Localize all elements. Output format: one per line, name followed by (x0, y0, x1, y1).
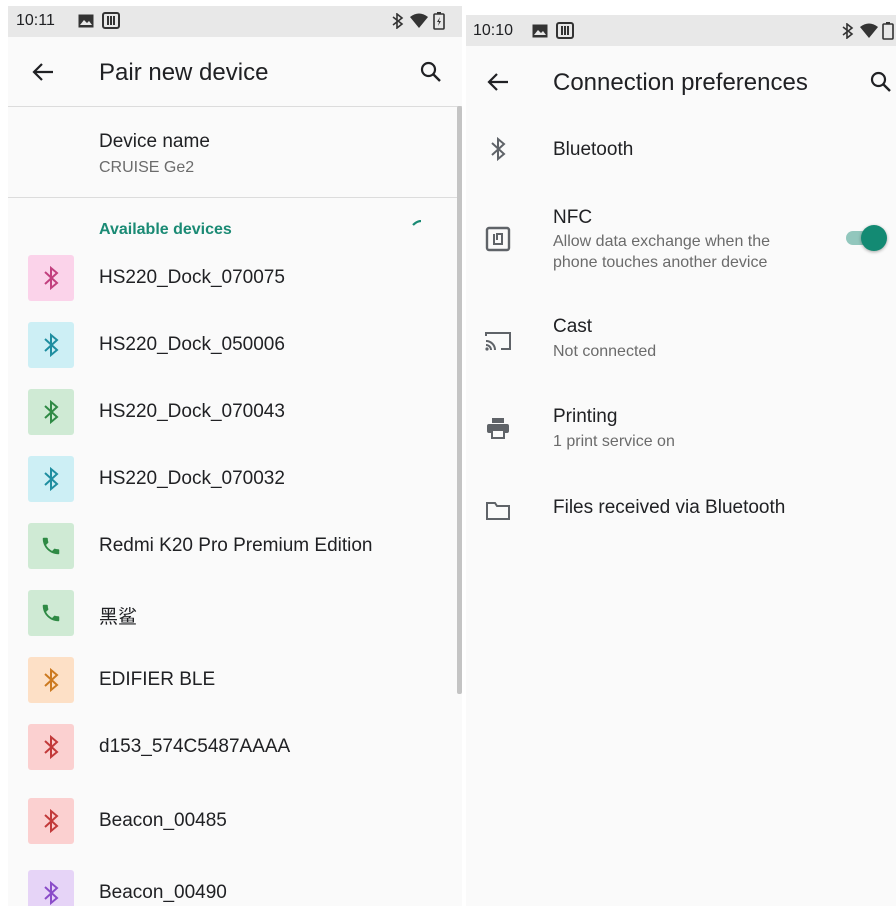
device-list-item[interactable]: HS220_Dock_070032 (8, 456, 457, 523)
phone-icon (28, 590, 74, 636)
device-name: HS220_Dock_070032 (99, 468, 285, 489)
back-button[interactable] (478, 62, 518, 102)
device-name: Redmi K20 Pro Premium Edition (99, 535, 373, 556)
device-name: Beacon_00485 (99, 810, 227, 831)
bluetooth-icon (483, 134, 513, 164)
search-button[interactable] (861, 62, 896, 102)
search-button[interactable] (411, 52, 451, 92)
device-list-item[interactable]: Redmi K20 Pro Premium Edition (8, 523, 457, 590)
cast-icon (483, 326, 513, 356)
device-name: Beacon_00490 (99, 882, 227, 903)
sim-card-icon (556, 22, 574, 39)
pref-nfc-row[interactable]: NFC Allow data exchange when the phone t… (466, 195, 896, 287)
image-icon (532, 24, 548, 38)
pair-new-device-screen: 10:11 Pair new device Device name CRUISE… (8, 6, 462, 906)
connection-preferences-screen: 10:10 Connection preferences Bluetooth N… (466, 15, 896, 906)
pref-title: Cast (553, 316, 593, 337)
device-list-item[interactable]: HS220_Dock_050006 (8, 322, 457, 389)
bluetooth-icon (28, 389, 74, 435)
battery-icon (433, 12, 445, 30)
device-name: HS220_Dock_050006 (99, 334, 285, 355)
pref-subtitle-line-2: phone touches another device (553, 254, 768, 271)
device-list-item[interactable]: HS220_Dock_070043 (8, 389, 457, 456)
printer-icon (483, 413, 513, 443)
search-icon (870, 71, 891, 92)
toolbar: Pair new device (8, 37, 462, 106)
pref-title: Printing (553, 406, 618, 427)
pref-files-row[interactable]: Files received via Bluetooth (466, 485, 896, 543)
status-bar: 10:11 (8, 6, 462, 37)
progress-spinner-icon (412, 220, 422, 226)
bluetooth-status-icon (842, 23, 854, 39)
sim-card-icon (102, 12, 120, 29)
device-name: 黑鲨 (99, 607, 138, 628)
section-divider (8, 197, 462, 198)
pref-title: NFC (553, 207, 593, 228)
bluetooth-icon (28, 255, 74, 301)
device-name: d153_574C5487AAAA (99, 736, 291, 757)
search-icon (420, 61, 441, 82)
bluetooth-icon (28, 798, 74, 844)
toggle-thumb (861, 225, 887, 251)
page-title: Connection preferences (553, 69, 808, 96)
device-name: HS220_Dock_070043 (99, 401, 285, 422)
back-arrow-icon (32, 63, 53, 81)
battery-icon (882, 22, 894, 40)
device-list-item[interactable]: EDIFIER BLE (8, 657, 457, 724)
scrollbar[interactable] (457, 106, 462, 694)
bluetooth-icon (28, 724, 74, 770)
page-title: Pair new device (99, 59, 269, 86)
pref-subtitle-line-1: Allow data exchange when the (553, 233, 771, 250)
pref-subtitle: Not connected (553, 343, 657, 360)
device-list-item[interactable]: HS220_Dock_070075 (8, 255, 457, 322)
available-devices-header: Available devices (99, 221, 232, 238)
bluetooth-icon (28, 322, 74, 368)
back-arrow-icon (487, 73, 508, 91)
folder-icon (483, 496, 513, 526)
toolbar: Connection preferences (466, 46, 896, 116)
status-bar: 10:10 (466, 15, 896, 46)
back-button[interactable] (23, 52, 63, 92)
nfc-icon (483, 224, 513, 254)
bluetooth-icon (28, 657, 74, 703)
pref-title: Files received via Bluetooth (553, 497, 786, 518)
pref-printing-row[interactable]: Printing 1 print service on (466, 396, 896, 466)
device-name-row[interactable]: Device name CRUISE Ge2 (8, 107, 457, 197)
phone-icon (28, 523, 74, 569)
pref-subtitle: 1 print service on (553, 433, 675, 450)
image-icon (78, 14, 94, 28)
pref-title: Bluetooth (553, 139, 634, 160)
device-list-item[interactable]: 黑鲨 (8, 590, 457, 657)
wifi-icon (410, 13, 428, 28)
pref-cast-row[interactable]: Cast Not connected (466, 306, 896, 376)
device-list-item[interactable]: d153_574C5487AAAA (8, 724, 457, 791)
status-time: 10:10 (473, 22, 514, 39)
bluetooth-icon (28, 870, 74, 906)
wifi-icon (860, 23, 878, 38)
bluetooth-icon (28, 456, 74, 502)
pref-bluetooth-row[interactable]: Bluetooth (466, 116, 896, 184)
device-list-item[interactable]: Beacon_00490 (8, 870, 457, 906)
device-name-label: Device name (99, 131, 210, 152)
device-name: EDIFIER BLE (99, 669, 216, 690)
device-name: HS220_Dock_070075 (99, 267, 285, 288)
device-list-item[interactable]: Beacon_00485 (8, 798, 457, 865)
status-time: 10:11 (16, 12, 55, 29)
bluetooth-status-icon (392, 13, 404, 29)
nfc-toggle[interactable] (846, 224, 887, 252)
device-name-value: CRUISE Ge2 (99, 159, 195, 176)
